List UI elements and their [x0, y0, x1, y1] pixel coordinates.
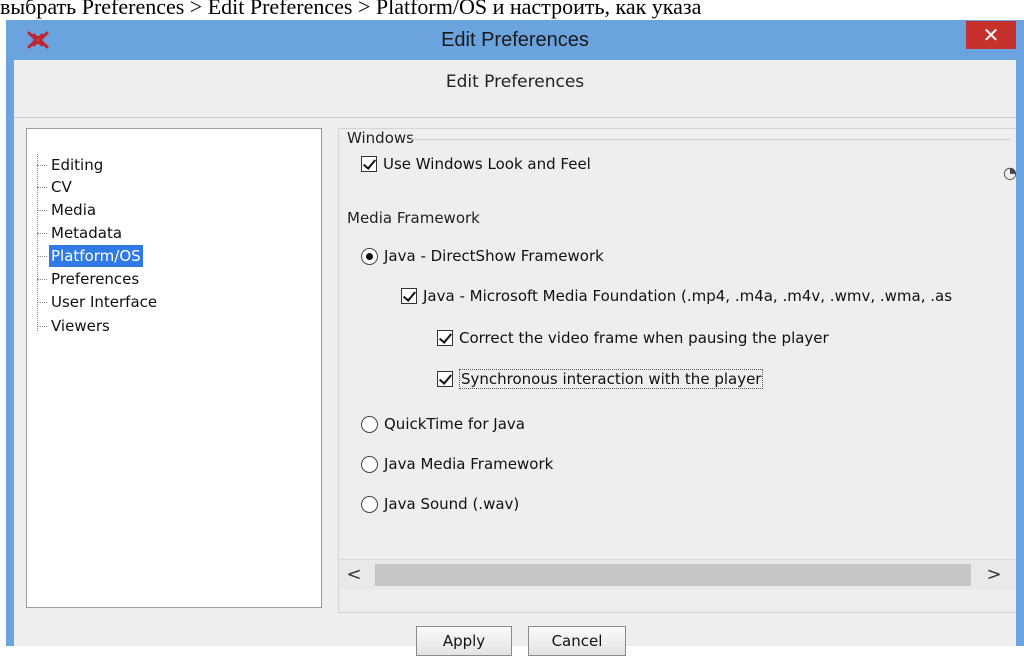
sync-interaction-label: Synchronous interaction with the player: [459, 369, 764, 389]
tree-item-metadata[interactable]: Metadata: [37, 222, 124, 244]
java-sound-radio[interactable]: [361, 495, 378, 513]
tree-item-label: Viewers: [51, 317, 110, 335]
directshow-radio[interactable]: [361, 247, 378, 265]
correct-frame-checkbox-row[interactable]: Correct the video frame when pausing the…: [437, 329, 829, 347]
tree-item-platform-os[interactable]: Platform/OS: [37, 245, 143, 267]
tree-item-label: Editing: [51, 156, 104, 174]
scroll-left-button[interactable]: <: [339, 560, 369, 590]
scroll-right-button[interactable]: >: [979, 560, 1009, 590]
tree-item-cv[interactable]: CV: [37, 176, 74, 198]
tree-item-label: Media: [51, 201, 97, 219]
scrollbar-thumb[interactable]: [375, 564, 971, 586]
close-icon: ✕: [982, 23, 1000, 47]
directshow-label: Java - DirectShow Framework: [384, 247, 604, 265]
dialog-header: Edit Preferences: [14, 60, 1016, 118]
tree-item-label: Metadata: [51, 224, 123, 242]
java-sound-radio-row[interactable]: Java Sound (.wav): [361, 495, 519, 513]
quicktime-radio-row[interactable]: QuickTime for Java: [361, 415, 525, 433]
jmf-radio[interactable]: [361, 455, 378, 473]
windows-section-label: Windows: [347, 129, 414, 147]
quicktime-radio[interactable]: [361, 415, 378, 433]
jmf-label: Java Media Framework: [384, 455, 554, 473]
tree-item-editing[interactable]: Editing: [37, 154, 105, 176]
tree-item-viewers[interactable]: Viewers: [37, 315, 112, 337]
tree-item-label: Platform/OS: [49, 245, 143, 267]
title-bar[interactable]: Edit Preferences ✕: [6, 20, 1024, 60]
window-title: Edit Preferences: [441, 29, 589, 51]
tree-item-preferences[interactable]: Preferences: [37, 268, 141, 290]
use-windows-look-label: Use Windows Look and Feel: [383, 155, 591, 173]
correct-frame-label: Correct the video frame when pausing the…: [459, 329, 829, 347]
tree-item-label: User Interface: [51, 293, 158, 311]
correct-frame-checkbox[interactable]: [437, 330, 453, 346]
preferences-tree[interactable]: Editing CV Media Metadata Platform/OS Pr…: [26, 128, 322, 608]
sync-interaction-checkbox-row[interactable]: Synchronous interaction with the player: [437, 369, 764, 389]
edit-preferences-window: Edit Preferences ✕ Edit Preferences Edit…: [6, 20, 1024, 656]
media-framework-label: Media Framework: [347, 209, 480, 227]
mmf-checkbox[interactable]: [401, 288, 417, 304]
cancel-button[interactable]: Cancel: [528, 626, 626, 656]
tree-item-label: Preferences: [51, 270, 140, 288]
mmf-label: Java - Microsoft Media Foundation (.mp4,…: [423, 287, 953, 305]
info-icon: ◔: [1003, 163, 1016, 182]
directshow-radio-row[interactable]: Java - DirectShow Framework: [361, 247, 604, 265]
document-text: выбрать Preferences > Edit Preferences >…: [0, 0, 702, 19]
tree-item-label: CV: [51, 178, 72, 196]
close-button[interactable]: ✕: [966, 21, 1016, 49]
mmf-checkbox-row[interactable]: Java - Microsoft Media Foundation (.mp4,…: [401, 287, 952, 305]
sync-interaction-checkbox[interactable]: [437, 371, 453, 387]
section-divider: [411, 139, 1011, 140]
apply-button[interactable]: Apply: [416, 626, 512, 656]
jmf-radio-row[interactable]: Java Media Framework: [361, 455, 553, 473]
dialog-content: Edit Preferences Editing CV Media Metada…: [14, 60, 1016, 656]
platform-settings-panel: Windows Use Windows Look and Feel ◔ Medi…: [338, 128, 1016, 613]
tree-item-media[interactable]: Media: [37, 199, 98, 221]
use-windows-look-checkbox[interactable]: [361, 156, 377, 172]
tree-item-user-interface[interactable]: User Interface: [37, 291, 159, 313]
dialog-header-title: Edit Preferences: [445, 72, 585, 92]
use-windows-look-checkbox-row[interactable]: Use Windows Look and Feel: [361, 155, 591, 173]
horizontal-scrollbar[interactable]: < >: [339, 559, 1016, 590]
quicktime-label: QuickTime for Java: [384, 415, 525, 433]
java-sound-label: Java Sound (.wav): [384, 495, 520, 513]
